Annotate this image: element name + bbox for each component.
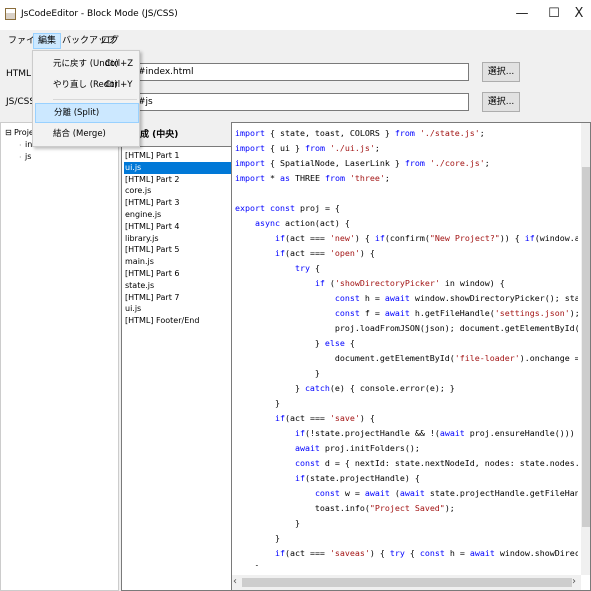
html-file-field[interactable]: #index.html [134, 63, 469, 81]
code-line: if(act === 'saveas') { try { const h = a… [274, 548, 578, 558]
code-line: try { [294, 263, 320, 273]
parts-list[interactable]: [HTML] Part 1 ui.js [HTML] Part 2 core.js [H… [121, 146, 232, 591]
code-line: proj.loadFromJSON(json); document.getEle… [235, 323, 578, 333]
code-line: async action(act) { [254, 218, 350, 228]
menu-item-undo[interactable]: 元に戻す (Undo) Ctrl+Z [35, 54, 139, 74]
code-line: import { state, toast, COLORS } from './… [235, 128, 485, 138]
html-select-button[interactable]: 選択... [482, 62, 520, 82]
tree-item-js[interactable]: js [25, 152, 31, 161]
parts-list-item[interactable]: [HTML] Part 4 [124, 221, 231, 233]
menu-item-label: 結合 (Merge) [53, 129, 106, 139]
code-line: import { ui } from './ui.js'; [235, 143, 380, 153]
code-line: document.getElementById('file-loader').o… [235, 353, 578, 363]
menu-item-shortcut: Ctrl+Y [105, 80, 133, 90]
window-title: JsCodeEditor - Block Mode (JS/CSS) [21, 9, 178, 19]
parts-list-item[interactable]: [HTML] Part 3 [124, 197, 231, 209]
js-select-button[interactable]: 選択... [482, 92, 520, 112]
code-line: if(act === 'new') { if(confirm("New Proj… [274, 233, 578, 243]
tree-branch-line: · [19, 153, 22, 162]
menu-item-label: 分離 (Split) [54, 108, 100, 118]
code-line: const d = { nextId: state.nextNodeId, no… [294, 458, 578, 468]
code-line: } [235, 533, 280, 543]
parts-list-item[interactable]: state.js [124, 280, 231, 292]
code-line: } [235, 398, 280, 408]
vertical-scroll-thumb[interactable] [582, 167, 590, 527]
code-line: } else { [235, 338, 355, 348]
scroll-left-icon[interactable]: ‹ [233, 576, 237, 587]
code-line: import * as THREE from 'three'; [235, 173, 390, 183]
parts-list-item[interactable]: core.js [124, 185, 231, 197]
parts-list-item[interactable]: main.js [124, 256, 231, 268]
menu-item-merge[interactable]: 結合 (Merge) [35, 124, 139, 144]
parts-list-item[interactable]: [HTML] Part 5 [124, 244, 231, 256]
menu-item-shortcut: Ctrl+Z [105, 59, 134, 69]
menu-item-redo[interactable]: やり直し (Redo) Ctrl+Y [35, 75, 139, 95]
menu-separator [53, 99, 137, 100]
code-line: const f = await h.getFileHandle('setting… [334, 308, 578, 318]
menu-item-split[interactable]: 分離 (Split) [35, 103, 139, 123]
parts-list-item[interactable]: [HTML] Part 2 [124, 174, 231, 186]
code-line: } [235, 561, 260, 566]
code-line: } [235, 368, 320, 378]
project-tree[interactable]: ⊟ Project · index.html · js [0, 122, 119, 591]
parts-list-item[interactable]: engine.js [124, 209, 231, 221]
code-line: } catch(e) { console.error(e); } [235, 383, 455, 393]
js-folder-label: JS/CSS [6, 97, 36, 107]
parts-list-item[interactable]: library.js [124, 233, 231, 245]
code-line: await proj.initFolders(); [294, 443, 420, 453]
minimize-button[interactable]: — [511, 5, 533, 23]
maximize-button[interactable]: ☐ [543, 5, 565, 23]
close-button[interactable]: X [568, 5, 590, 23]
code-line: toast.info("Project Saved"); [235, 503, 455, 513]
parts-list-item[interactable]: ui.js [124, 161, 231, 174]
code-line: if ('showDirectoryPicker' in window) { [314, 278, 505, 288]
code-line: const h = await window.showDirectoryPick… [334, 293, 578, 303]
app-icon [5, 8, 16, 20]
code-line: if(act === 'open') { [274, 248, 375, 258]
code-line: } [235, 518, 300, 528]
parts-list-item[interactable]: [HTML] Footer/End [124, 315, 231, 327]
edit-dropdown-menu: 元に戻す (Undo) Ctrl+Z やり直し (Redo) Ctrl+Y 分離… [32, 50, 140, 147]
code-line: const w = await (await state.projectHand… [314, 488, 578, 498]
js-folder-field[interactable]: #js [134, 93, 469, 111]
code-line: import { SpatialNode, LaserLink } from '… [235, 158, 490, 168]
menu-edit[interactable]: 編集 [33, 33, 62, 49]
code-editor[interactable]: import { state, toast, COLORS } from './… [231, 122, 591, 591]
code-line: if(act === 'save') { [274, 413, 375, 423]
parts-list-item[interactable]: [HTML] Part 1 [124, 150, 231, 162]
parts-list-item[interactable]: [HTML] Part 6 [124, 268, 231, 280]
code-line: if(state.projectHandle) { [294, 473, 420, 483]
parts-list-item[interactable]: ui.js [124, 303, 231, 315]
menu-log[interactable]: ログ [97, 33, 123, 49]
horizontal-scroll-thumb[interactable] [242, 578, 572, 587]
code-line: if(!state.projectHandle && !(await proj.… [294, 428, 578, 438]
tree-expand-icon[interactable]: ⊟ [5, 128, 12, 137]
code-line: export const proj = { [235, 203, 340, 213]
parts-list-item[interactable]: [HTML] Part 7 [124, 292, 231, 304]
code-area[interactable]: import { state, toast, COLORS } from './… [235, 126, 578, 566]
scroll-right-icon[interactable]: › [572, 576, 576, 587]
tree-branch-line: · [19, 141, 22, 150]
